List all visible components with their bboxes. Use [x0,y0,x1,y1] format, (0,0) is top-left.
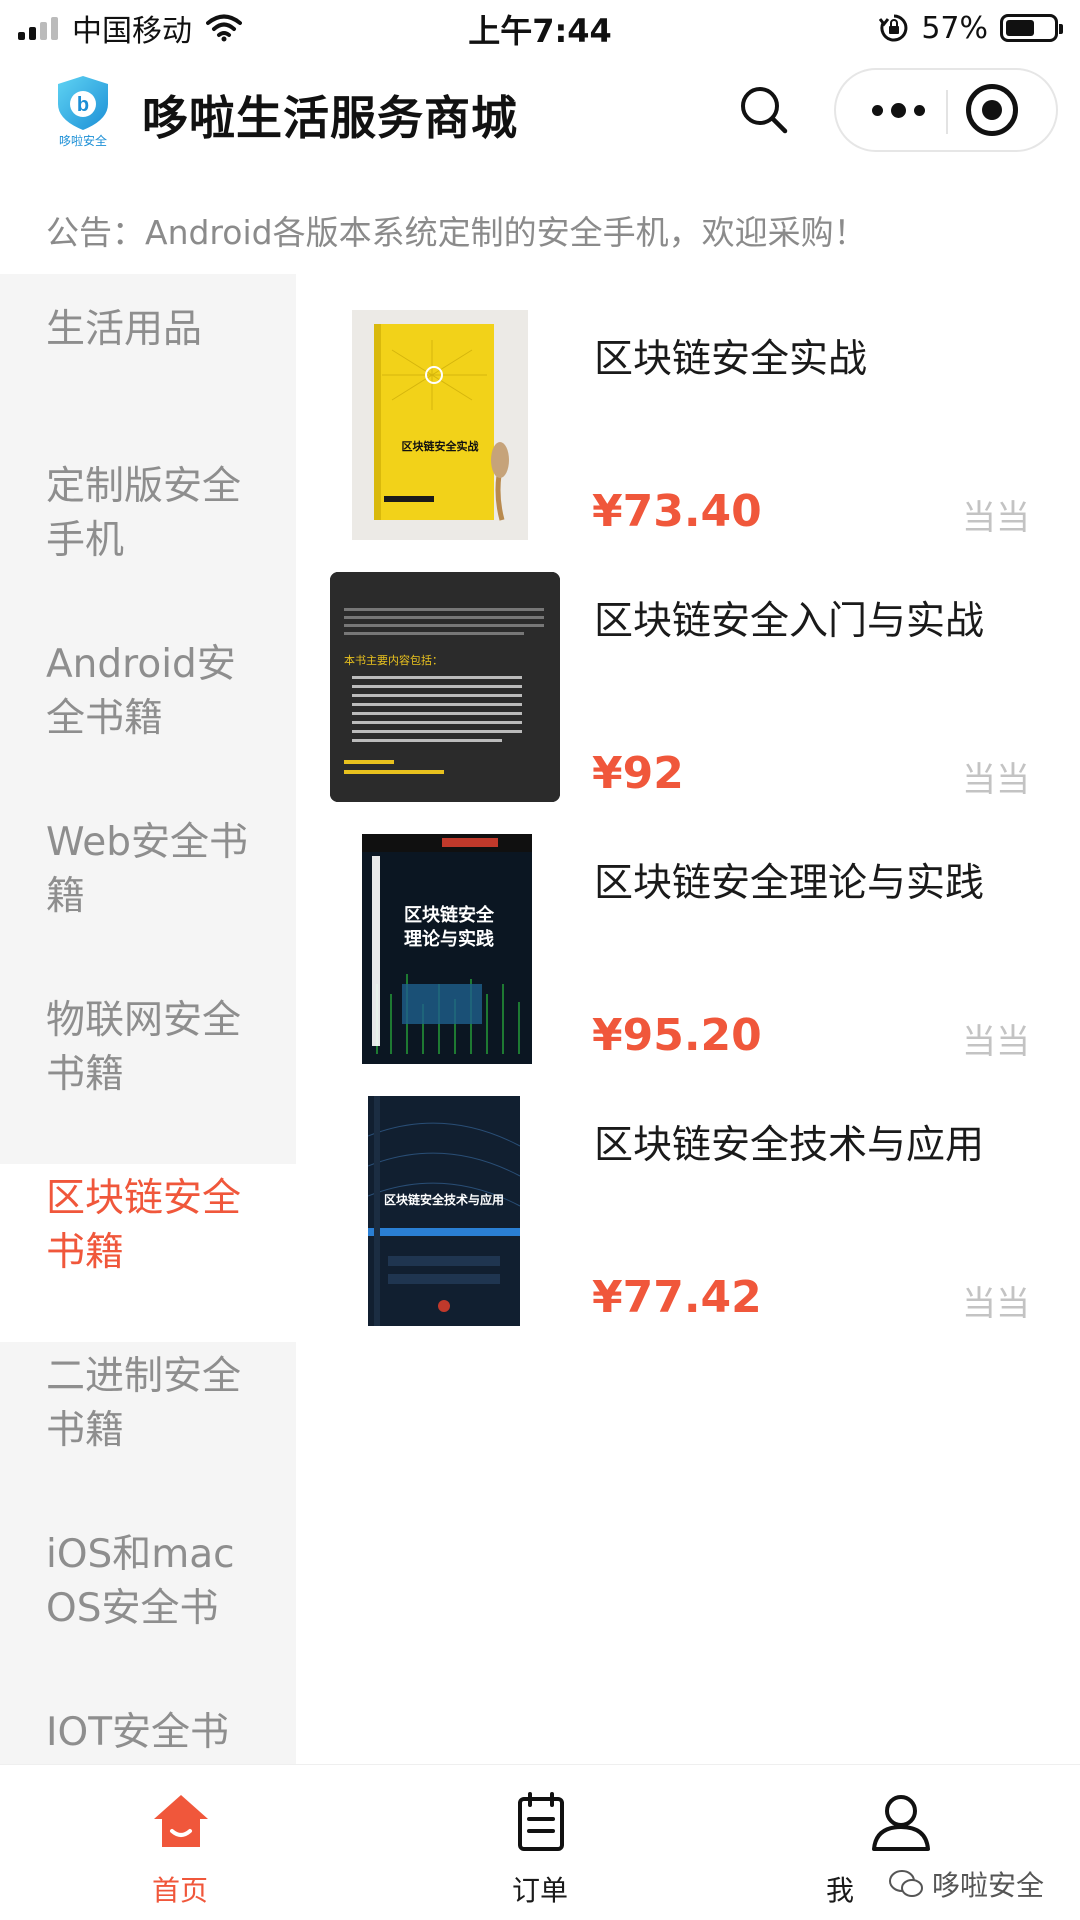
sidebar-item-ios-macos-books[interactable]: iOS和macOS安全书 [0,1520,296,1698]
search-icon [741,87,788,134]
book-cover-image [374,324,509,521]
sidebar-item-web-books[interactable]: Web安全书籍 [0,808,296,986]
product-price: ¥77.42 [592,1272,762,1323]
mini-program-capsule [834,68,1058,152]
app-logo: b 哆啦安全 [52,74,114,148]
sidebar-item-iot-security-books[interactable]: 物联网安全书籍 [0,986,296,1164]
sidebar-item-binary-books[interactable]: 二进制安全书籍 [0,1342,296,1520]
capsule-divider [946,90,948,134]
more-button[interactable] [856,70,940,150]
close-mini-program-button[interactable] [966,84,1018,136]
user-icon [872,1795,930,1851]
cover-title: 区块链安全实战 [401,440,479,453]
product-card[interactable]: 区块链安全技术与应用 区块链安全技术与应用 ¥77.42 当当 [296,1086,1080,1348]
svg-text:b: b [77,94,89,116]
product-name: 区块链安全理论与实践 [594,861,985,906]
book-cover-image [368,1096,520,1326]
product-store: 当当 [962,760,1030,800]
battery-percent: 57% [921,10,988,46]
book-cover-image [330,572,560,802]
sidebar-item-label: 区块链安全书籍 [46,1176,242,1275]
tab-label: 首页 [151,1874,208,1907]
status-right: 57% [879,8,1063,48]
tab-home[interactable]: 首页 [100,1765,260,1920]
sidebar-item-label: iOS和macOS安全书 [46,1532,235,1631]
app-header: b 哆啦安全 哆啦生活服务商城 [0,56,1080,166]
product-price: ¥95.20 [592,1010,762,1061]
sidebar-item-android-books[interactable]: Android安全书籍 [0,630,296,808]
battery-icon [1000,14,1063,42]
cover-title: 本书主要内容包括： [344,654,443,667]
tab-label: 订单 [511,1874,568,1907]
status-bar: 中国移动 上午7:44 57% [0,0,1080,56]
page-title: 哆啦生活服务商城 [142,91,518,145]
product-name: 区块链安全实战 [594,337,868,382]
product-name: 区块链安全技术与应用 [594,1123,985,1168]
sidebar-item-secure-phone[interactable]: 定制版安全手机 [0,452,296,630]
sidebar-item-label: Android安全书籍 [46,642,236,741]
category-sidebar: 生活用品 定制版安全手机 Android安全书籍 Web安全书籍 物联网安全书籍… [0,274,296,1764]
product-card[interactable]: 本书主要内容包括： 区块链安全入门与实战 ¥92 当当 [296,562,1080,824]
sidebar-item-label: 二进制安全书籍 [46,1354,242,1453]
product-price: ¥73.40 [592,486,762,537]
sidebar-item-label: Web安全书籍 [46,820,249,919]
watermark: 哆啦安全 [888,1864,1044,1904]
watermark-text: 哆啦安全 [932,1869,1045,1902]
tab-orders[interactable]: 订单 [460,1765,620,1920]
announcement-bar: 公告：Android各版本系统定制的安全手机，欢迎采购！ [46,213,867,252]
product-cover: 区块链安全理论与实践 [362,834,532,1064]
product-cover: 区块链安全实战 [352,310,528,540]
product-cover: 区块链安全技术与应用 [368,1096,520,1326]
cover-title: 区块链安全技术与应用 [383,1193,504,1207]
sidebar-item-label: 物联网安全书籍 [46,998,242,1097]
product-store: 当当 [962,1284,1030,1324]
home-icon [154,1795,208,1847]
product-name: 区块链安全入门与实战 [594,599,985,644]
product-card[interactable]: 区块链安全实战 区块链安全实战 ¥73.40 当当 [296,300,1080,562]
logo-text: 哆啦安全 [58,134,107,148]
sidebar-item-label: 定制版安全手机 [46,464,242,563]
sidebar-item-blockchain-books[interactable]: 区块链安全书籍 [0,1164,296,1342]
product-store: 当当 [962,1022,1030,1062]
search-button[interactable] [736,82,792,138]
sidebar-item-daily-goods[interactable]: 生活用品 [0,274,296,452]
product-store: 当当 [962,498,1030,538]
wechat-icon [889,1870,923,1897]
cover-title: 区块链安全理论与实践 [404,905,494,950]
sidebar-item-iot-books[interactable]: IOT安全书籍 [0,1698,296,1764]
sidebar-item-label: 生活用品 [46,307,203,352]
product-card[interactable]: 区块链安全理论与实践 区块链安全理论与实践 ¥95.20 当当 [296,824,1080,1086]
rotation-lock-icon [879,14,908,42]
sidebar-item-label: IOT安全书籍 [46,1710,230,1755]
product-cover: 本书主要内容包括： [330,572,560,802]
product-price: ¥92 [592,748,684,799]
order-icon [518,1792,564,1851]
